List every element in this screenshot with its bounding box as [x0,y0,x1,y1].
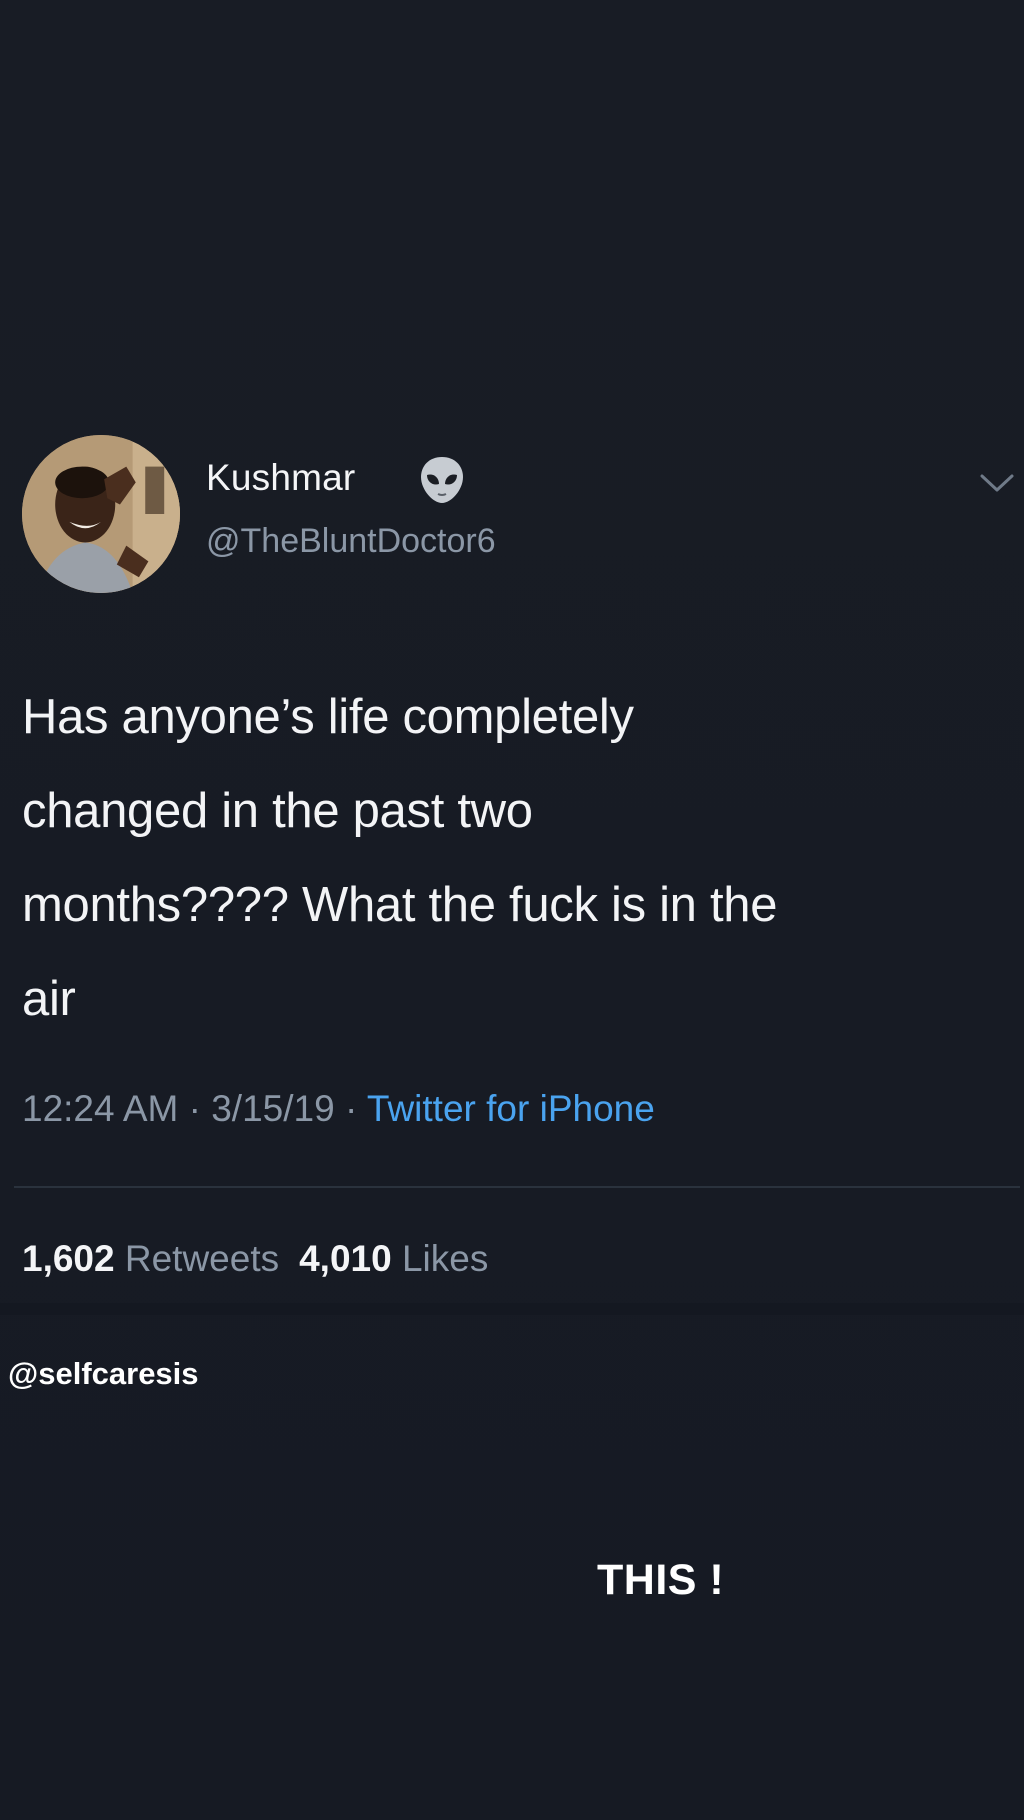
section-band [0,1303,1024,1315]
retweets-count: 1,602 [22,1238,115,1279]
chevron-down-icon[interactable] [978,470,1016,496]
tweet-stats: 1,602 Retweets 4,010 Likes [22,1238,488,1280]
tweet-source-link[interactable]: Twitter for iPhone [367,1088,655,1129]
retweets-label: Retweets [124,1238,280,1279]
divider [14,1186,1020,1188]
likes-count: 4,010 [299,1238,392,1279]
tweet-date: 3/15/19 [211,1088,335,1129]
credit-watermark: @selfcaresis [8,1356,199,1391]
tweet-time: 12:24 AM [22,1088,179,1129]
tweet-text: Has anyone’s life completely changed in … [22,690,778,1026]
retweets-stat[interactable]: 1,602 Retweets [22,1238,279,1279]
tweet-card: Kushmar @TheBluntDoctor6 Has anyone’s li… [0,430,1024,1310]
meta-separator: · [334,1088,367,1129]
likes-stat[interactable]: 4,010 Likes [299,1238,488,1279]
display-name[interactable]: Kushmar [206,457,355,499]
avatar[interactable] [22,435,180,593]
user-handle[interactable]: @TheBluntDoctor6 [206,522,496,561]
tweet-meta: 12:24 AM · 3/15/19 · Twitter for iPhone [22,1088,655,1130]
avatar-photo [22,435,180,593]
alien-emoji-icon [421,457,463,503]
likes-label: Likes [401,1238,489,1279]
meta-separator: · [178,1088,212,1129]
caption-text: THIS ! [597,1556,725,1604]
